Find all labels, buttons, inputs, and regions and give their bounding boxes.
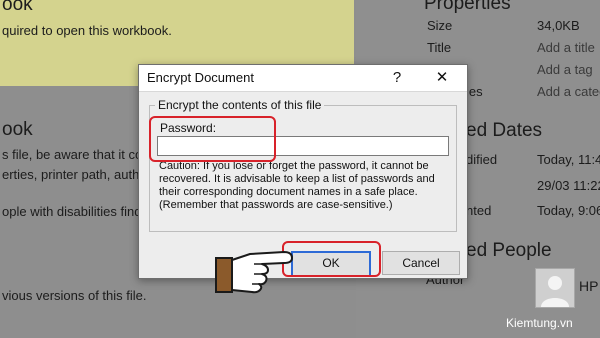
- printed-value: Today, 9:06: [537, 203, 600, 218]
- modified-value: Today, 11:48: [537, 152, 600, 167]
- close-icon[interactable]: ✕: [428, 67, 456, 89]
- protect-description: quired to open this workbook.: [2, 23, 172, 38]
- caution-message: Caution: If you lose or forget the passw…: [159, 160, 435, 198]
- inspect-line-1: s file, be aware that it co: [2, 147, 143, 162]
- pointing-hand-icon: [214, 238, 294, 296]
- size-value: 34,0KB: [537, 18, 580, 33]
- case-sensitive-note: (Remember that passwords are case-sensit…: [159, 199, 393, 211]
- protect-heading: ook: [2, 0, 33, 15]
- related-people-heading: ed People: [466, 240, 552, 261]
- help-icon[interactable]: ?: [383, 67, 411, 89]
- tags-value[interactable]: Add a tag: [537, 62, 593, 77]
- created-value: 29/03 11:22 AM: [537, 178, 600, 193]
- caution-text: Caution: If you lose or forget the passw…: [159, 160, 451, 212]
- dialog-titlebar[interactable]: Encrypt Document ? ✕: [139, 65, 467, 92]
- accessibility-line: ople with disabilities find c: [2, 204, 152, 219]
- watermark: Kiemtung.vn: [506, 316, 573, 330]
- inspect-heading: ook: [2, 119, 33, 140]
- modified-label: dified: [466, 152, 498, 167]
- cancel-button[interactable]: Cancel: [382, 251, 460, 275]
- avatar-icon: [535, 268, 575, 308]
- categories-label: ies: [466, 84, 483, 99]
- related-dates-heading: ed Dates: [466, 120, 543, 141]
- categories-value[interactable]: Add a categ: [537, 84, 600, 99]
- ok-highlight: [282, 241, 381, 277]
- versions-line: vious versions of this file.: [2, 288, 147, 303]
- dialog-title: Encrypt Document: [147, 70, 254, 85]
- title-label: Title: [427, 40, 452, 55]
- size-label: Size: [427, 18, 453, 33]
- title-value[interactable]: Add a title: [537, 40, 595, 55]
- password-highlight: [149, 116, 276, 162]
- printed-label: nted: [466, 203, 492, 218]
- inspect-line-2: erties, printer path, author: [2, 167, 151, 182]
- properties-heading: Properties: [424, 0, 511, 14]
- encrypt-group-label: Encrypt the contents of this file: [155, 98, 325, 112]
- author-name[interactable]: HP: [579, 278, 598, 294]
